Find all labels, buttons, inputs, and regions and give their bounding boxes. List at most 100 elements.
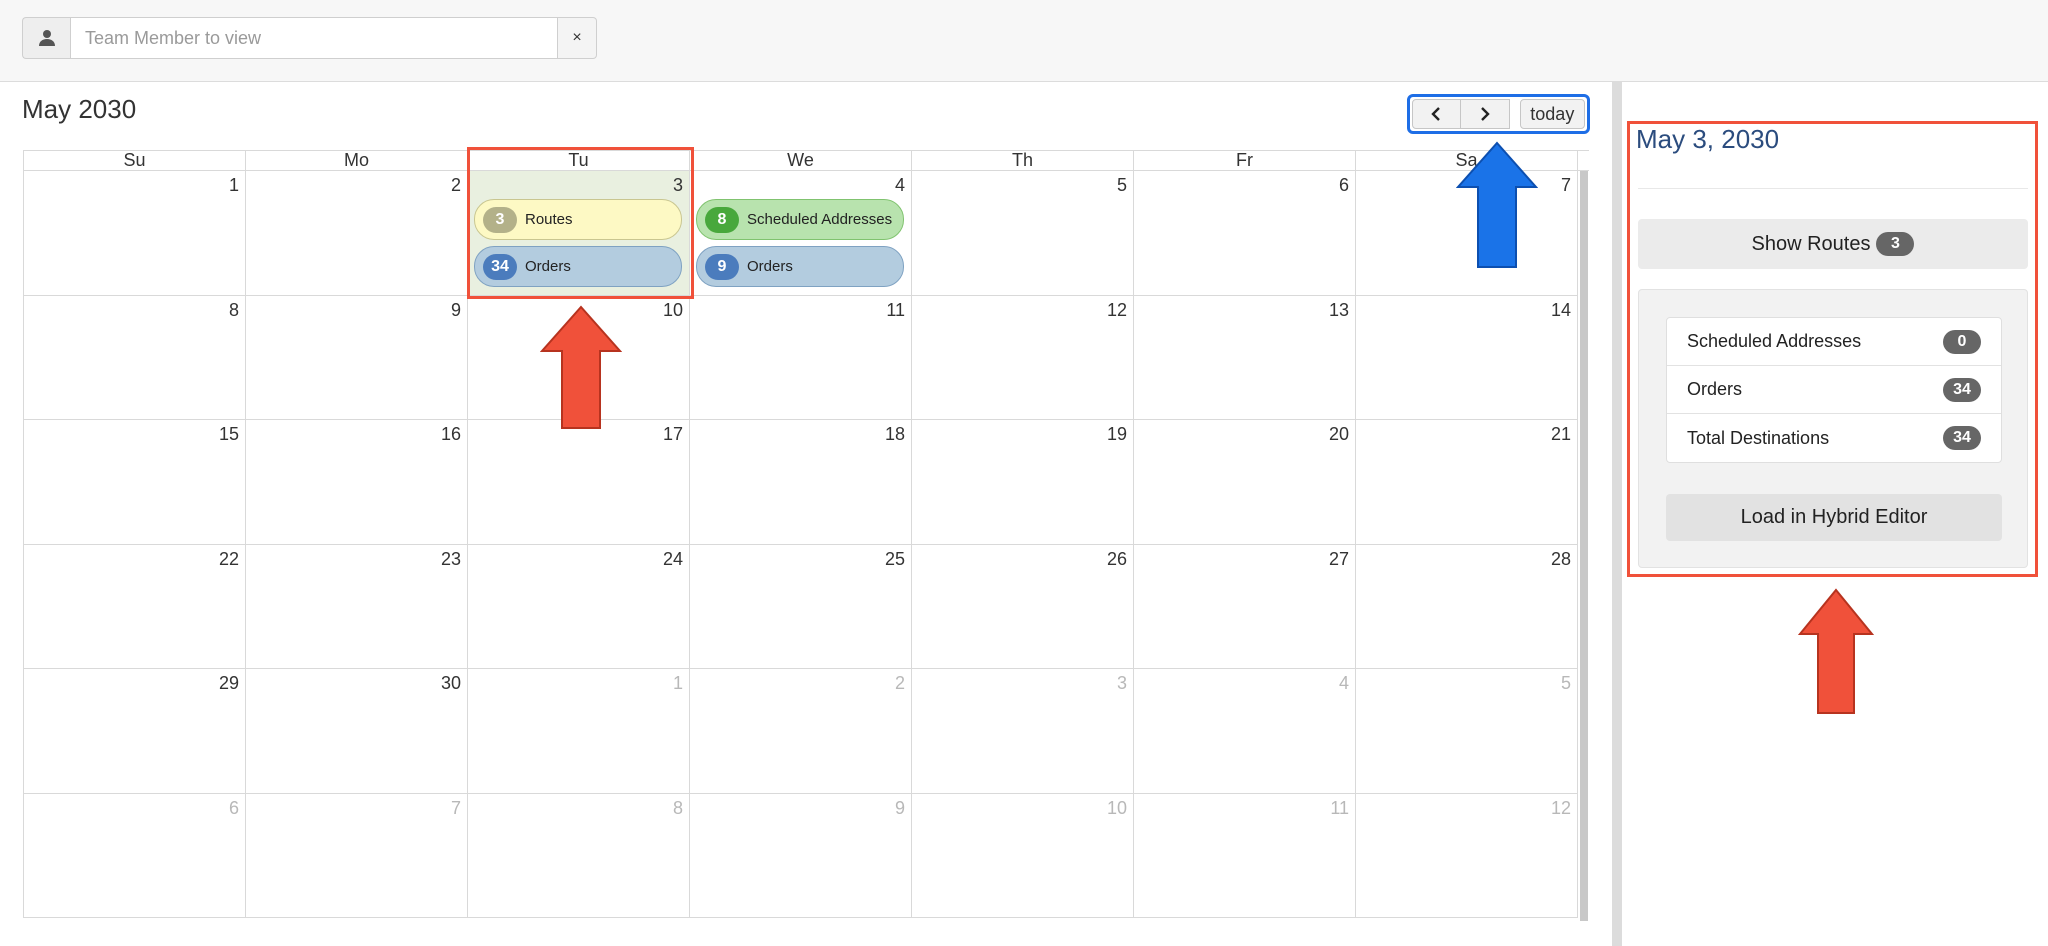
day-number: 27 — [1328, 548, 1349, 569]
day-cell[interactable]: 7 — [246, 793, 468, 918]
day-number: 21 — [1550, 424, 1571, 444]
day-cell[interactable]: 11 — [1134, 793, 1356, 918]
red-arrow-up-icon — [1798, 588, 1874, 714]
day-cell[interactable]: 18 — [690, 420, 912, 545]
day-cell[interactable]: 24 — [468, 544, 690, 669]
show-routes-button[interactable]: Show Routes 3 — [1638, 219, 2028, 269]
scheduled-addresses-event[interactable]: 8 Scheduled Addresses — [696, 199, 904, 240]
clear-button[interactable]: × — [558, 17, 597, 59]
orders-event[interactable]: 9 Orders — [696, 246, 904, 287]
stat-row: Scheduled Addresses 0 — [1667, 318, 2001, 366]
day-number: 6 — [228, 797, 239, 818]
prev-month-button[interactable] — [1412, 99, 1461, 129]
day-cell[interactable]: 6 — [1134, 171, 1356, 296]
day-cell[interactable]: 13 — [1134, 295, 1356, 420]
day-cell[interactable]: 26 — [912, 544, 1134, 669]
event-count: 8 — [705, 206, 739, 233]
day-cell[interactable]: 8 — [468, 793, 690, 918]
day-cell[interactable]: 10 — [912, 793, 1134, 918]
day-cell[interactable]: 8 — [24, 295, 246, 420]
day-number: 5 — [1560, 673, 1571, 693]
day-cell[interactable]: 22 — [24, 544, 246, 669]
day-number: 5 — [1116, 175, 1127, 195]
day-cell[interactable]: 5 — [1356, 669, 1578, 794]
day-cell[interactable]: 9 — [246, 295, 468, 420]
event-label: Scheduled Addresses — [747, 211, 893, 228]
day-cell[interactable]: 23 — [246, 544, 468, 669]
day-number: 2 — [450, 175, 461, 195]
day-cell[interactable]: 16 — [246, 420, 468, 545]
day-number: 30 — [440, 673, 461, 693]
stat-label: Orders — [1687, 379, 1743, 399]
day-cell[interactable]: 2 — [690, 669, 912, 794]
day-cell[interactable]: 1 — [24, 171, 246, 296]
day-number: 28 — [1550, 548, 1571, 569]
day-number: 9 — [450, 299, 461, 320]
day-cell[interactable]: 14 — [1356, 295, 1578, 420]
day-cell[interactable]: 4 — [1134, 669, 1356, 794]
selected-date-title: May 3, 2030 — [1636, 124, 1780, 154]
day-cell[interactable]: 20 — [1134, 420, 1356, 545]
day-cell[interactable]: 12 — [912, 295, 1134, 420]
day-number: 19 — [1106, 424, 1127, 444]
day-cell[interactable]: 3 — [912, 669, 1134, 794]
top-filter-bar: × — [0, 0, 2048, 82]
day-number: 4 — [1338, 673, 1349, 693]
day-cell[interactable]: 9 — [690, 793, 912, 918]
day-number: 9 — [894, 797, 905, 818]
day-number: 10 — [1106, 797, 1127, 818]
day-cell[interactable]: 5 — [912, 171, 1134, 296]
day-number: 11 — [886, 299, 905, 320]
weekday-label: Su — [24, 151, 246, 170]
day-cell[interactable]: 19 — [912, 420, 1134, 545]
day-cell[interactable]: 6 — [24, 793, 246, 918]
weekday-label: Th — [912, 151, 1134, 170]
team-member-filter: × — [22, 17, 597, 59]
day-number: 22 — [218, 548, 239, 569]
blue-arrow-up-icon — [1456, 141, 1538, 268]
day-cell[interactable]: 15 — [24, 420, 246, 545]
day-number: 12 — [1106, 299, 1127, 320]
panel-divider[interactable] — [1612, 82, 1622, 946]
day-cell[interactable]: 28 — [1356, 544, 1578, 669]
day-number: 6 — [1338, 175, 1349, 195]
team-member-input[interactable] — [70, 17, 558, 59]
day-cell[interactable]: 12 — [1356, 793, 1578, 918]
day-cell[interactable]: 4 8 Scheduled Addresses 9 Orders — [690, 171, 912, 296]
stat-badge: 34 — [1943, 426, 1981, 450]
day-number: 12 — [1550, 797, 1571, 818]
today-button[interactable]: today — [1519, 99, 1585, 129]
day-cell[interactable]: 11 — [690, 295, 912, 420]
day-cell[interactable]: 2 — [246, 171, 468, 296]
day-cell[interactable]: 1 — [468, 669, 690, 794]
day-cell[interactable]: 30 — [246, 669, 468, 794]
day-number: 17 — [662, 424, 683, 444]
stat-row: Orders 34 — [1667, 366, 2001, 414]
event-count: 9 — [705, 253, 739, 280]
day-cell[interactable]: 27 — [1134, 544, 1356, 669]
day-cell[interactable]: 25 — [690, 544, 912, 669]
weekday-label: Mo — [246, 151, 468, 170]
day-number: 11 — [1330, 797, 1349, 818]
chevron-left-icon — [1431, 107, 1441, 121]
chevron-right-icon — [1480, 107, 1490, 121]
load-hybrid-editor-button[interactable]: Load in Hybrid Editor — [1666, 494, 2002, 541]
day-number: 10 — [662, 299, 683, 320]
day-number: 8 — [672, 797, 683, 818]
next-month-button[interactable] — [1460, 99, 1510, 129]
red-arrow-up-icon — [540, 305, 622, 429]
calendar-title: May 2030 — [22, 94, 137, 124]
day-number: 1 — [228, 175, 239, 195]
stat-label: Total Destinations — [1687, 427, 1830, 448]
day-number: 3 — [1116, 673, 1127, 693]
day-cell[interactable]: 29 — [24, 669, 246, 794]
calendar-scrollbar[interactable] — [1580, 171, 1588, 921]
show-routes-label: Show Routes — [1751, 232, 1871, 255]
highlight-box-day — [467, 147, 694, 299]
stat-row: Total Destinations 34 — [1667, 414, 2001, 462]
stats-list: Scheduled Addresses 0 Orders 34 Total De… — [1666, 317, 2002, 463]
month-calendar: Su Mo Tu We Th Fr Sa 1 2 3 3 Routes 34 O… — [23, 150, 1589, 918]
day-cell[interactable]: 21 — [1356, 420, 1578, 545]
day-number: 29 — [218, 673, 239, 693]
day-cell[interactable]: 17 — [468, 420, 690, 545]
